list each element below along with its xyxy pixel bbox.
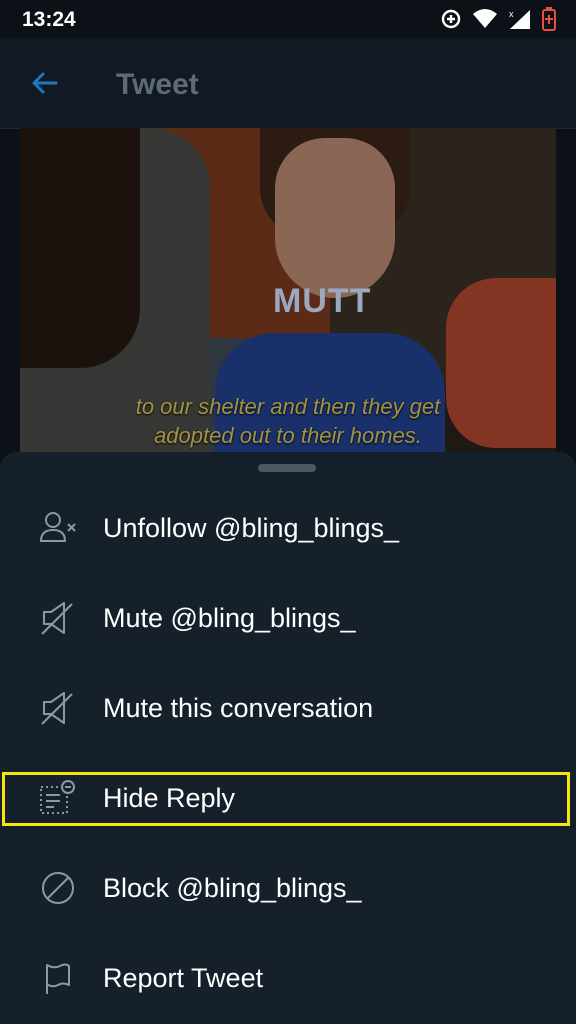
- unfollow-user-icon: [38, 508, 78, 548]
- menu-item-report[interactable]: Report Tweet: [0, 934, 576, 1022]
- selection-highlight: [2, 772, 570, 826]
- mute-conversation-icon: [38, 688, 78, 728]
- menu-item-unfollow[interactable]: Unfollow @bling_blings_: [0, 484, 576, 572]
- app-bar: Tweet: [0, 38, 576, 129]
- menu-label-block: Block @bling_blings_: [103, 872, 362, 903]
- back-arrow-icon[interactable]: [28, 66, 62, 100]
- wifi-icon: [472, 8, 498, 30]
- menu-label-unfollow: Unfollow @bling_blings_: [103, 512, 400, 543]
- page-title: Tweet: [116, 68, 199, 101]
- svg-text:x: x: [509, 9, 514, 19]
- menu-label-mute-conversation: Mute this conversation: [103, 692, 374, 723]
- status-icons: x: [440, 7, 556, 31]
- status-time: 13:24: [22, 8, 76, 31]
- block-icon: [38, 868, 78, 908]
- menu-label-report: Report Tweet: [103, 962, 264, 993]
- status-bar: 13:24 x: [0, 0, 576, 38]
- menu-item-mute-user[interactable]: Mute @bling_blings_: [0, 574, 576, 662]
- menu-item-block[interactable]: Block @bling_blings_: [0, 844, 576, 932]
- mute-speaker-icon: [38, 598, 78, 638]
- signal-icon: x: [508, 8, 532, 30]
- battery-icon: [542, 7, 556, 31]
- flag-icon: [38, 958, 78, 998]
- menu-item-mute-conversation[interactable]: Mute this conversation: [0, 664, 576, 752]
- sheet-drag-handle[interactable]: [258, 464, 316, 472]
- menu-label-mute-user: Mute @bling_blings_: [103, 602, 356, 633]
- action-bottom-sheet: Unfollow @bling_blings_ Mute @bling_blin…: [0, 452, 576, 1024]
- data-saver-icon: [440, 8, 462, 30]
- tweet-video-thumbnail[interactable]: MUTT to our shelter and then they get ad…: [20, 128, 556, 458]
